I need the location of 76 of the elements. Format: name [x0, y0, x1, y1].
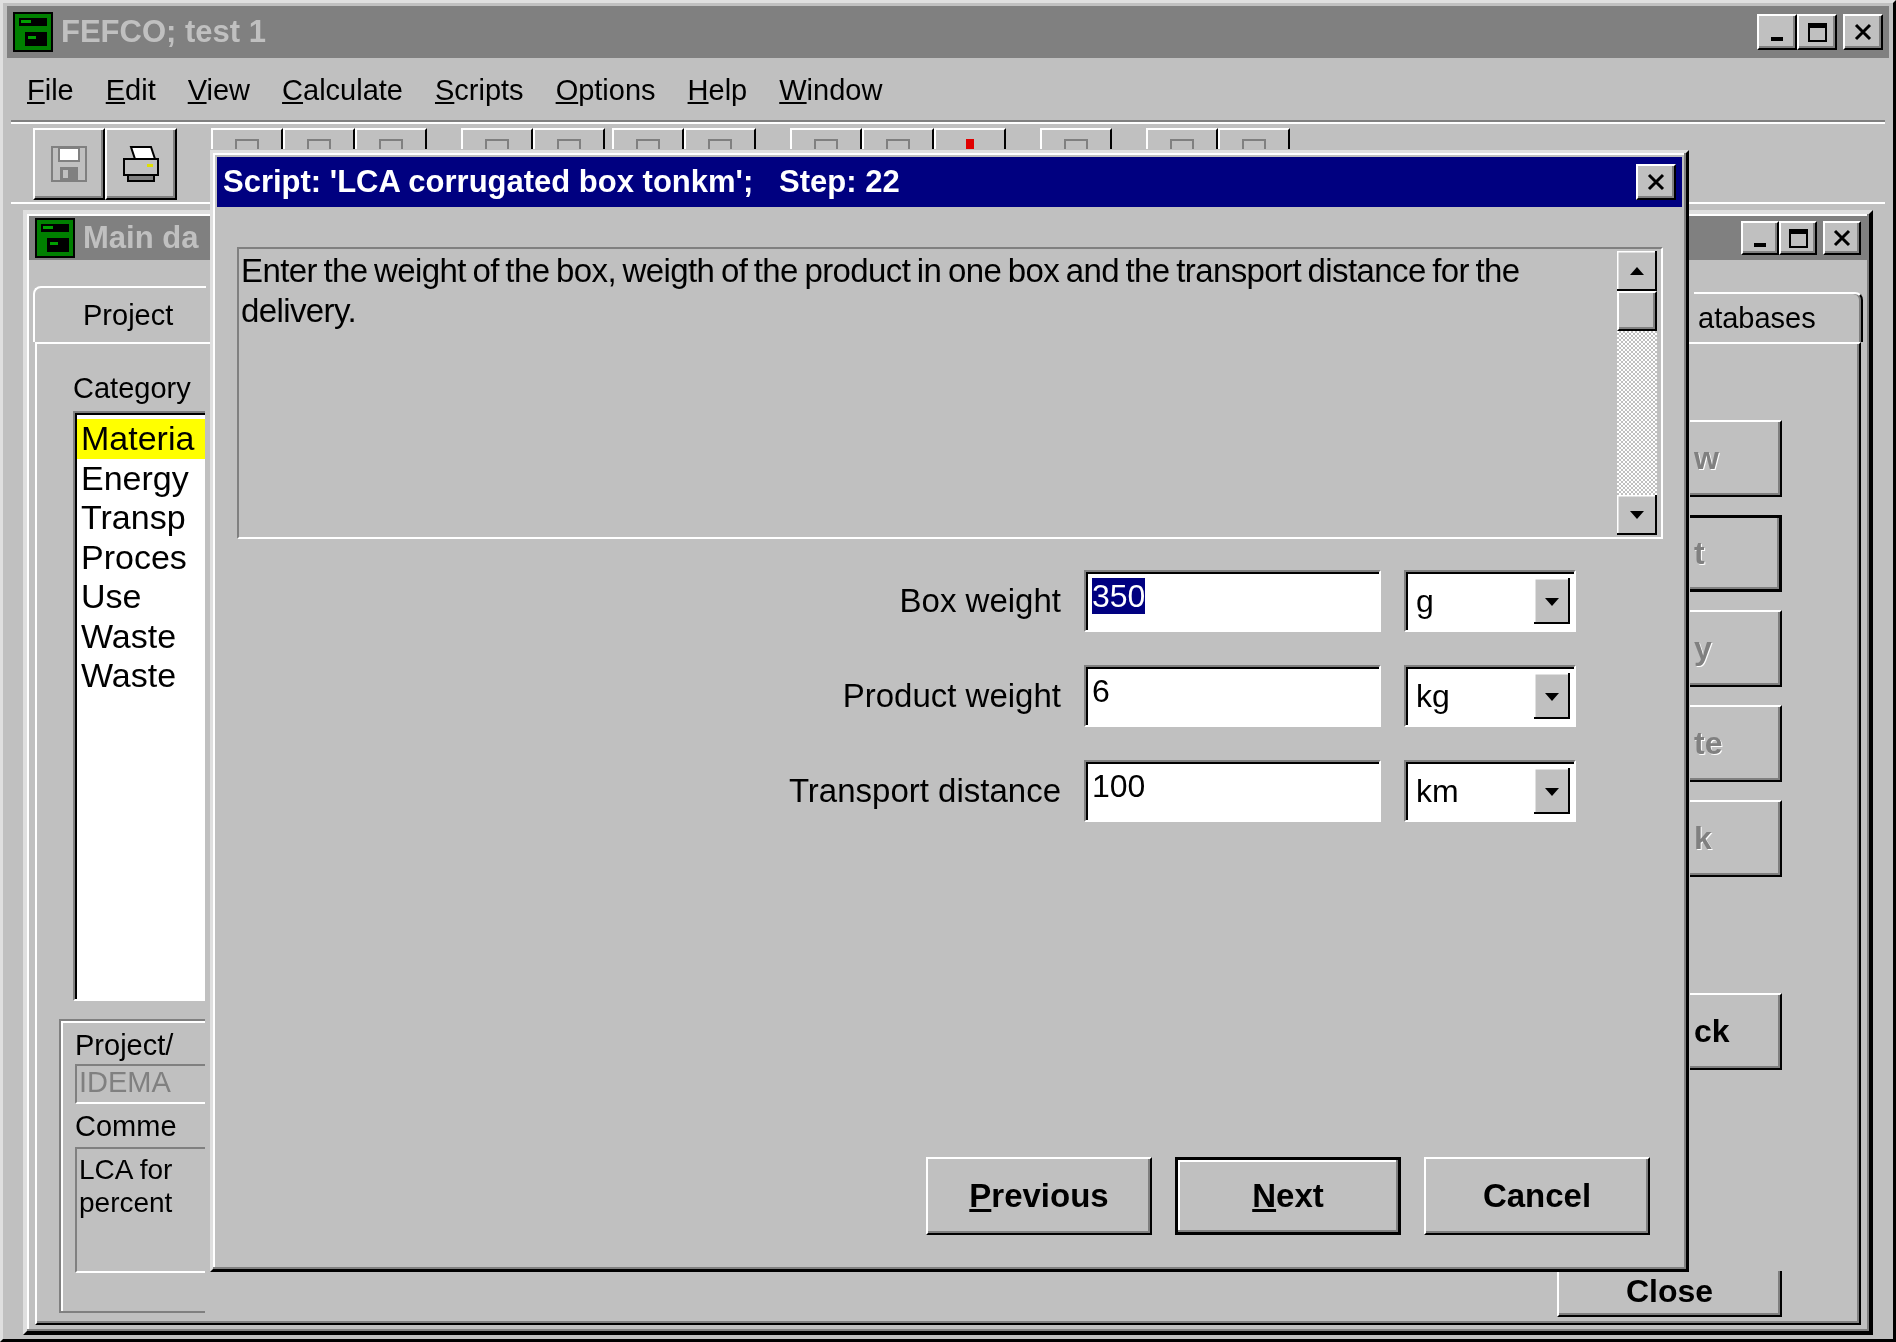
- scroll-down-icon: [1617, 495, 1657, 535]
- dialog-button[interactable]: Previous: [926, 1157, 1152, 1235]
- list-item[interactable]: Materia: [77, 419, 205, 459]
- minimize-icon: [1754, 243, 1766, 247]
- side-button[interactable]: ck: [1690, 993, 1782, 1070]
- window-title: Main da: [83, 220, 199, 256]
- menu-item[interactable]: Edit: [105, 73, 156, 107]
- minimize-icon: [1771, 37, 1783, 41]
- list-item[interactable]: Proces: [77, 537, 205, 577]
- app-icon: [13, 12, 53, 52]
- input-field[interactable]: 6: [1084, 665, 1381, 727]
- comment-line: percent: [79, 1186, 174, 1219]
- scroll-up-icon: [1617, 251, 1657, 291]
- field-label: Product weight: [842, 677, 1061, 715]
- menu-item[interactable]: File: [27, 73, 74, 107]
- toolbar-button[interactable]: [1146, 128, 1218, 149]
- dialog-button[interactable]: Cancel: [1424, 1157, 1650, 1235]
- close-button[interactable]: [1823, 221, 1861, 255]
- tab[interactable]: Project: [33, 286, 206, 342]
- label: Category: [73, 372, 192, 405]
- list-item[interactable]: Energy: [77, 458, 205, 498]
- menu-item[interactable]: Window: [779, 73, 883, 107]
- toolbar-button[interactable]: [1218, 128, 1290, 149]
- app-icon: [35, 218, 75, 258]
- dialog-button[interactable]: Next: [1175, 1157, 1401, 1235]
- minimize-button[interactable]: [1741, 221, 1779, 255]
- toolbar-button[interactable]: [934, 128, 1006, 149]
- maximize-button[interactable]: [1779, 221, 1817, 255]
- input-field[interactable]: 350: [1084, 570, 1381, 632]
- close-button[interactable]: [1636, 164, 1676, 200]
- list-item[interactable]: Waste: [77, 616, 205, 656]
- toolbar-button[interactable]: [283, 128, 355, 149]
- toolbar-button[interactable]: [790, 128, 862, 149]
- comment-field[interactable]: LCA for percent: [75, 1147, 205, 1273]
- print-button[interactable]: [105, 128, 177, 200]
- unit-dropdown[interactable]: g: [1404, 570, 1576, 632]
- toolbar-button[interactable]: [862, 128, 934, 149]
- toolbar-button[interactable]: [684, 128, 756, 149]
- input-field[interactable]: 100: [1084, 760, 1381, 822]
- toolbar-button[interactable]: [355, 128, 427, 149]
- menu-item[interactable]: View: [187, 73, 251, 107]
- label: Project/: [75, 1029, 175, 1062]
- unit-dropdown[interactable]: kg: [1404, 665, 1576, 727]
- label: Comme: [75, 1110, 178, 1143]
- scroll-thumb[interactable]: [1617, 291, 1657, 331]
- list-item[interactable]: Transp: [77, 498, 205, 538]
- maximize-button[interactable]: [1797, 14, 1837, 50]
- scrollbar[interactable]: [1617, 251, 1657, 535]
- menu-item[interactable]: Calculate: [282, 73, 403, 107]
- dropdown-arrow-icon: [1534, 578, 1570, 624]
- close-button[interactable]: [1843, 14, 1883, 50]
- menu-item[interactable]: Scripts: [435, 73, 524, 107]
- toolbar-button[interactable]: [612, 128, 684, 149]
- window-title: FEFCO; test 1: [61, 14, 266, 50]
- minimize-button[interactable]: [1757, 14, 1797, 50]
- tab[interactable]: atabases: [1694, 292, 1863, 342]
- maximize-icon: [1786, 227, 1810, 249]
- toolbar-button[interactable]: [1040, 128, 1112, 149]
- list-item[interactable]: Use: [77, 577, 205, 617]
- toolbar-button[interactable]: [461, 128, 533, 149]
- dropdown-arrow-icon: [1534, 673, 1570, 719]
- dropdown-arrow-icon: [1534, 768, 1570, 814]
- toolbar-button[interactable]: [211, 128, 283, 149]
- field-label: Transport distance: [788, 772, 1061, 810]
- dialog-title: Script: 'LCA corrugated box tonkm'; Step: 22: [223, 164, 900, 200]
- field-label: Box weight: [899, 582, 1061, 620]
- menu-item[interactable]: Help: [687, 73, 748, 107]
- comment-line: LCA for: [79, 1153, 174, 1186]
- message-text: Enter the weight of the box, weigth of the product in one box and the transport distance for the delivery.: [240, 251, 1521, 331]
- toolbar-button[interactable]: [533, 128, 605, 149]
- list-item[interactable]: Waste: [77, 656, 205, 696]
- menu-item[interactable]: Options: [555, 73, 656, 107]
- close-button[interactable]: Close: [1557, 1271, 1782, 1317]
- unit-dropdown[interactable]: km: [1404, 760, 1576, 822]
- save-button[interactable]: [33, 128, 105, 200]
- maximize-icon: [1805, 21, 1829, 43]
